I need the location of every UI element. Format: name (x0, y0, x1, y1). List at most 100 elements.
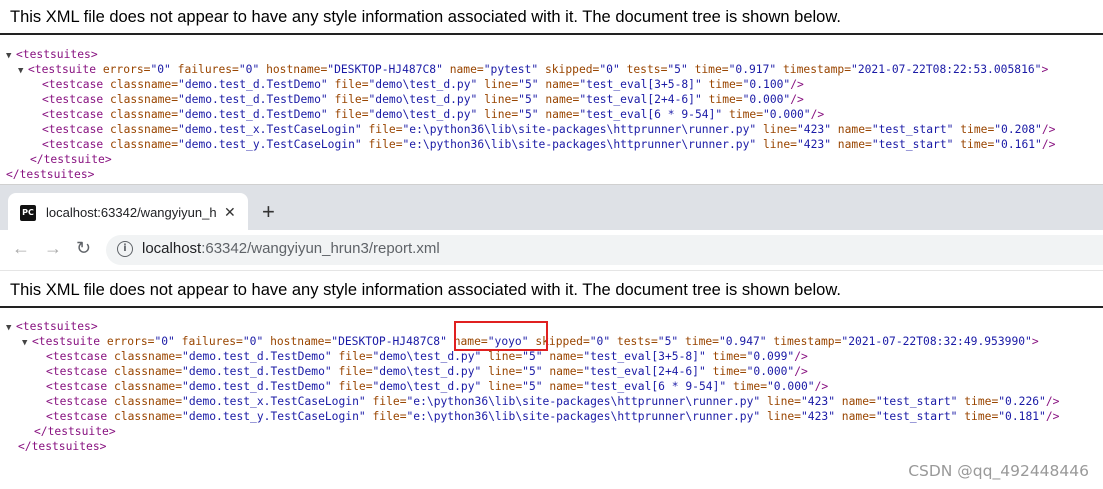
xml-attr-value: "test_start" (875, 410, 958, 423)
xml-attr-value: "423" (800, 410, 835, 423)
xml-attr-name: name= (835, 395, 876, 408)
xml-attr-name: name= (831, 123, 872, 136)
info-icon[interactable]: i (117, 241, 133, 257)
xml-tag: /> (794, 365, 808, 378)
xml-tag: <testcase (42, 123, 104, 136)
xml-attr-value: "demo.test_d.TestDemo" (182, 380, 332, 393)
xml-attr-value: "423" (796, 138, 831, 151)
xml-attr-value: "5" (522, 365, 543, 378)
xml-attr-value: "demo.test_x.TestCaseLogin" (182, 395, 366, 408)
collapse-triangle-icon[interactable]: ▼ (18, 64, 28, 79)
xml-tag: <testcase (42, 78, 104, 91)
xml-attr-value: "0.208" (994, 123, 1042, 136)
xml-attr-value: "test_eval[3+5-8]" (579, 78, 702, 91)
url-text[interactable]: localhost:63342/wangyiyun_hrun3/report.x… (142, 240, 440, 257)
xml-attr-value: "demo\test_d.py" (368, 93, 478, 106)
xml-attr-value: "demo\test_d.py" (372, 350, 482, 363)
xml-attr-value: "0.947" (718, 335, 767, 348)
xml-line: ▼ <testsuite errors="0" failures="0" host… (0, 62, 1055, 77)
xml-attr-name: time= (701, 78, 743, 91)
xml-attr-name: file= (327, 78, 369, 91)
xml-tag: </testsuite> (30, 153, 112, 166)
xml-attr-name: name= (538, 108, 580, 121)
xml-line: <testcase classname="demo.test_d.TestDem… (0, 77, 1055, 92)
xml-attr-value: "test_eval[6 * 9-54]" (583, 380, 727, 393)
xml-attr-name: classname= (107, 380, 183, 393)
highlight-box (454, 321, 548, 351)
xml-attr-value: "0.226" (998, 395, 1046, 408)
tab-title: localhost:63342/wangyiyun_hrun3 (46, 205, 216, 220)
xml-attr-name: time= (687, 63, 729, 76)
xml-attr-value: "423" (796, 123, 831, 136)
xml-tag: <testcase (46, 380, 108, 393)
xml-attr-value: "0.000" (767, 380, 815, 393)
pycharm-icon: PC (20, 205, 36, 221)
xml-attr-value: "demo.test_d.TestDemo" (178, 93, 328, 106)
xml-attr-name: name= (835, 410, 876, 423)
xml-tag: </testsuites> (18, 440, 107, 453)
xml-attr-name: name= (538, 93, 580, 106)
xml-attr-value: "0" (242, 335, 264, 348)
xml-tag: <testcase (46, 395, 108, 408)
xml-attr-value: "demo.test_d.TestDemo" (182, 350, 332, 363)
xml-attr-name: time= (953, 138, 995, 151)
xml-attr-name: file= (331, 380, 373, 393)
xml-attr-name: time= (722, 108, 763, 121)
xml-tag: /> (794, 350, 808, 363)
xml-tree: ▼ <testsuites> ▼ <testsuite errors="0" fail… (0, 47, 1055, 182)
xml-attr-name: file= (327, 108, 369, 121)
xml-tag: /> (790, 93, 804, 106)
xml-attr-value: "e:\python36\lib\site-packages\httprunne… (402, 138, 757, 151)
xml-attr-name: hostname= (259, 63, 328, 76)
xml-attr-value: "test_start" (871, 123, 954, 136)
xml-attr-name: line= (756, 123, 797, 136)
xml-attr-name: name= (542, 380, 584, 393)
url-path: :63342/wangyiyun_hrun3/report.xml (201, 240, 440, 257)
xml-attr-value: "0.000" (763, 108, 811, 121)
xml-attr-name: tests= (619, 63, 668, 76)
close-icon[interactable]: ✕ (224, 204, 236, 221)
xml-attr-value: "0.181" (998, 410, 1046, 423)
xml-attr-name: time= (678, 335, 719, 348)
new-tab-button[interactable]: + (262, 199, 275, 225)
xml-attr-value: "0" (589, 335, 611, 348)
xml-attr-value: "0.099" (746, 350, 795, 363)
xml-attr-value: "demo.test_y.TestCaseLogin" (182, 410, 366, 423)
xml-attr-name: line= (760, 410, 801, 423)
xml-attr-name: file= (361, 123, 403, 136)
xml-line: </testsuites> (0, 439, 1059, 454)
xml-attr-value: "5" (518, 78, 539, 91)
xml-attr-name: tests= (610, 335, 658, 348)
xml-attr-name: name= (442, 63, 484, 76)
xml-line: <testcase classname="demo.test_d.TestDem… (0, 92, 1055, 107)
collapse-triangle-icon[interactable]: ▼ (22, 336, 32, 351)
xml-tag: <testsuites> (16, 320, 98, 333)
reload-icon[interactable]: ↻ (76, 238, 91, 259)
divider (0, 306, 1103, 308)
xml-attr-name: name= (542, 365, 584, 378)
collapse-triangle-icon[interactable]: ▼ (6, 49, 16, 64)
xml-attr-value: "423" (800, 395, 835, 408)
xml-tag: /> (1045, 395, 1060, 408)
xml-attr-value: "5" (518, 93, 539, 106)
xml-attr-name: file= (331, 365, 373, 378)
xml-attr-value: "0.100" (742, 78, 791, 91)
url-host: localhost (142, 240, 202, 257)
forward-arrow-icon[interactable]: → (44, 238, 62, 259)
back-arrow-icon[interactable]: ← (12, 238, 30, 259)
xml-attr-value: "2021-07-22T08:22:53.005816" (851, 63, 1042, 76)
xml-attr-value: "0" (150, 63, 171, 76)
xml-attr-value: "5" (657, 335, 679, 348)
xml-info-message: This XML file does not appear to have an… (10, 8, 841, 26)
xml-tag: > (1041, 63, 1049, 76)
collapse-triangle-icon[interactable]: ▼ (6, 321, 16, 336)
xml-attr-value: "2021-07-22T08:32:49.953990" (841, 335, 1032, 348)
xml-attr-name: classname= (103, 108, 179, 121)
xml-attr-name: time= (701, 93, 743, 106)
xml-line: <testcase classname="demo.test_x.TestCas… (0, 394, 1059, 409)
xml-attr-name: skipped= (538, 63, 600, 76)
xml-tag: <testcase (46, 410, 108, 423)
xml-attr-name: errors= (100, 335, 155, 348)
xml-attr-value: "demo.test_y.TestCaseLogin" (178, 138, 362, 151)
xml-attr-value: "5" (522, 350, 543, 363)
